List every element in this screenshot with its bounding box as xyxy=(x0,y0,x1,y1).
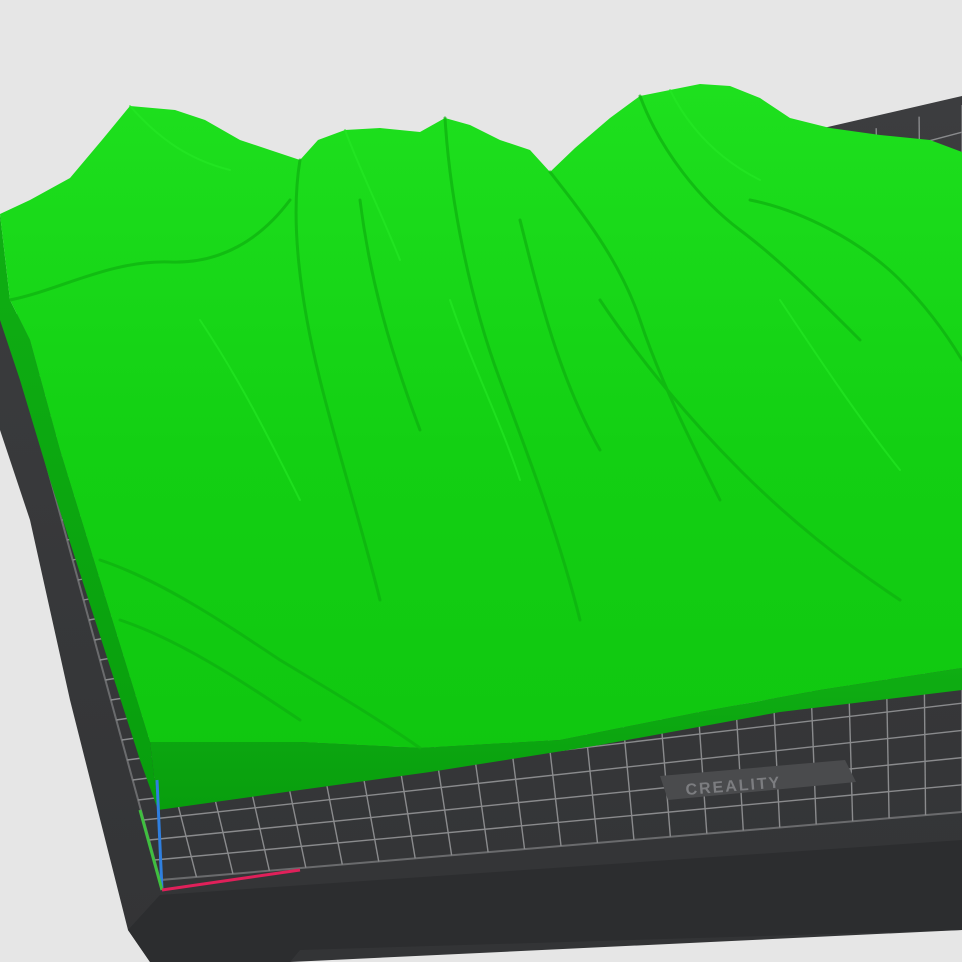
terrain-surface xyxy=(0,84,962,748)
3d-viewport[interactable]: CREALITY xyxy=(0,0,962,962)
terrain-model[interactable] xyxy=(0,84,962,810)
scene-canvas[interactable]: CREALITY xyxy=(0,0,962,962)
